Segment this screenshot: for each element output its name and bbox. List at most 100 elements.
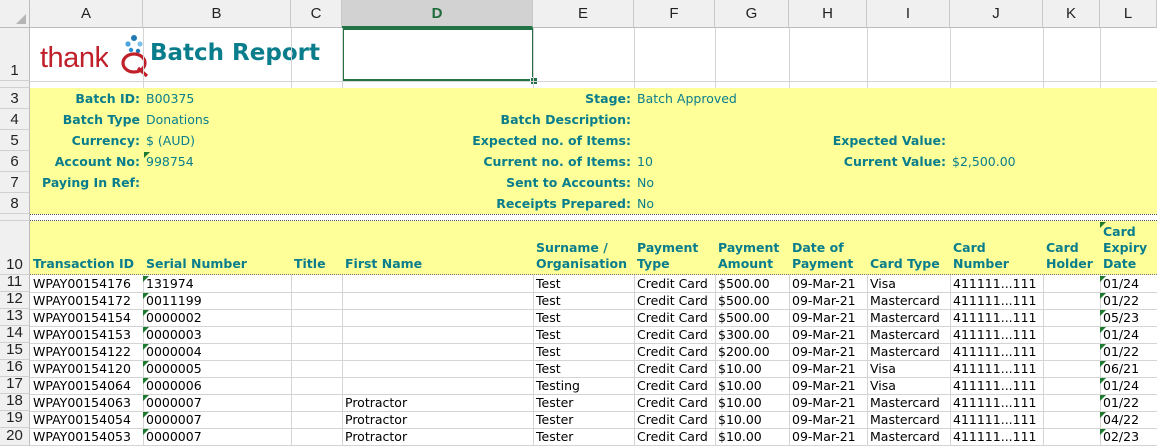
- cell-e13[interactable]: Test: [533, 309, 634, 326]
- current-items-value[interactable]: 10: [637, 151, 697, 172]
- cell-a17[interactable]: WPAY00154064: [30, 377, 143, 394]
- cell-k20[interactable]: [1043, 428, 1100, 446]
- cell-h15[interactable]: 09-Mar-21: [789, 343, 867, 360]
- row-header-16[interactable]: 16: [0, 360, 30, 377]
- row-header-17[interactable]: 17: [0, 377, 30, 394]
- cell-a12[interactable]: WPAY00154172: [30, 292, 143, 309]
- cell-l13[interactable]: 05/23: [1100, 309, 1157, 326]
- cell-f18[interactable]: Credit Card: [634, 394, 715, 411]
- cell-d12[interactable]: [342, 292, 533, 309]
- row-header-11[interactable]: 11: [0, 275, 30, 292]
- cell-j19[interactable]: 411111...111: [950, 411, 1043, 428]
- cell-g20[interactable]: $10.00: [715, 428, 789, 446]
- cell-e16[interactable]: Test: [533, 360, 634, 377]
- cell-c20[interactable]: [291, 428, 342, 446]
- cell-g12[interactable]: $500.00: [715, 292, 789, 309]
- row-header-10[interactable]: 10: [0, 221, 30, 275]
- cell-c11[interactable]: [291, 275, 342, 292]
- cell-e15[interactable]: Test: [533, 343, 634, 360]
- cell-h13[interactable]: 09-Mar-21: [789, 309, 867, 326]
- column-header-k[interactable]: K: [1043, 0, 1100, 28]
- cell-k19[interactable]: [1043, 411, 1100, 428]
- cell-h19[interactable]: 09-Mar-21: [789, 411, 867, 428]
- active-cell-d1[interactable]: [342, 28, 534, 81]
- cell-f14[interactable]: Credit Card: [634, 326, 715, 343]
- cell-j18[interactable]: 411111...111: [950, 394, 1043, 411]
- cell-b11[interactable]: 131974: [143, 275, 291, 292]
- cell-f20[interactable]: Credit Card: [634, 428, 715, 446]
- cell-k11[interactable]: [1043, 275, 1100, 292]
- cell-d18[interactable]: Protractor: [342, 394, 533, 411]
- cell-k18[interactable]: [1043, 394, 1100, 411]
- cell-i15[interactable]: Mastercard: [867, 343, 950, 360]
- cell-g13[interactable]: $500.00: [715, 309, 789, 326]
- cell-c14[interactable]: [291, 326, 342, 343]
- cell-e12[interactable]: Test: [533, 292, 634, 309]
- cell-h20[interactable]: 09-Mar-21: [789, 428, 867, 446]
- cell-l19[interactable]: 04/22: [1100, 411, 1157, 428]
- cell-l18[interactable]: 01/22: [1100, 394, 1157, 411]
- receipts-prepared-value[interactable]: No: [637, 193, 697, 214]
- cell-h18[interactable]: 09-Mar-21: [789, 394, 867, 411]
- cell-j16[interactable]: 411111...111: [950, 360, 1043, 377]
- cell-c17[interactable]: [291, 377, 342, 394]
- cell-d16[interactable]: [342, 360, 533, 377]
- select-all-corner[interactable]: [0, 0, 30, 28]
- cell-c16[interactable]: [291, 360, 342, 377]
- column-header-c[interactable]: C: [291, 0, 342, 28]
- cell-l15[interactable]: 01/22: [1100, 343, 1157, 360]
- cell-j17[interactable]: 411111...111: [950, 377, 1043, 394]
- row-header-18[interactable]: 18: [0, 394, 30, 411]
- cell-i14[interactable]: Mastercard: [867, 326, 950, 343]
- cell-j13[interactable]: 411111...111: [950, 309, 1043, 326]
- row-header-19[interactable]: 19: [0, 411, 30, 428]
- column-header-e[interactable]: E: [533, 0, 634, 28]
- cell-f19[interactable]: Credit Card: [634, 411, 715, 428]
- row-header-9[interactable]: 9: [0, 214, 30, 221]
- cell-a15[interactable]: WPAY00154122: [30, 343, 143, 360]
- row-header-7[interactable]: 7: [0, 172, 30, 193]
- column-header-g[interactable]: G: [715, 0, 789, 28]
- cell-d19[interactable]: Protractor: [342, 411, 533, 428]
- cell-f13[interactable]: Credit Card: [634, 309, 715, 326]
- cell-e19[interactable]: Tester: [533, 411, 634, 428]
- cell-i16[interactable]: Visa: [867, 360, 950, 377]
- currency-value[interactable]: $ (AUD): [146, 130, 286, 151]
- cell-f11[interactable]: Credit Card: [634, 275, 715, 292]
- row-header-5[interactable]: 5: [0, 130, 30, 151]
- cell-g14[interactable]: $300.00: [715, 326, 789, 343]
- column-header-i[interactable]: I: [867, 0, 950, 28]
- current-value-value[interactable]: $2,500.00: [952, 151, 1072, 172]
- cell-e18[interactable]: Tester: [533, 394, 634, 411]
- cell-d17[interactable]: [342, 377, 533, 394]
- row-header-20[interactable]: 20: [0, 428, 30, 446]
- cell-h14[interactable]: 09-Mar-21: [789, 326, 867, 343]
- column-header-b[interactable]: B: [143, 0, 291, 28]
- cell-i19[interactable]: Mastercard: [867, 411, 950, 428]
- cell-j12[interactable]: 411111...111: [950, 292, 1043, 309]
- cell-d11[interactable]: [342, 275, 533, 292]
- cell-j14[interactable]: 411111...111: [950, 326, 1043, 343]
- cell-i17[interactable]: Visa: [867, 377, 950, 394]
- cell-b18[interactable]: 0000007: [143, 394, 291, 411]
- cell-a20[interactable]: WPAY00154053: [30, 428, 143, 446]
- column-header-j[interactable]: J: [950, 0, 1043, 28]
- cell-g16[interactable]: $10.00: [715, 360, 789, 377]
- cell-l17[interactable]: 01/24: [1100, 377, 1157, 394]
- cell-a16[interactable]: WPAY00154120: [30, 360, 143, 377]
- cell-b12[interactable]: 0011199: [143, 292, 291, 309]
- cell-h12[interactable]: 09-Mar-21: [789, 292, 867, 309]
- cell-b15[interactable]: 0000004: [143, 343, 291, 360]
- cell-k16[interactable]: [1043, 360, 1100, 377]
- cell-k15[interactable]: [1043, 343, 1100, 360]
- cell-i20[interactable]: Mastercard: [867, 428, 950, 446]
- cell-f16[interactable]: Credit Card: [634, 360, 715, 377]
- row-header-4[interactable]: 4: [0, 109, 30, 130]
- cell-j11[interactable]: 411111...111: [950, 275, 1043, 292]
- spreadsheet-grid[interactable]: ABCDEFGHIJKL 123456789101112131415161718…: [0, 0, 1157, 446]
- column-header-d[interactable]: D: [342, 0, 533, 28]
- cell-f12[interactable]: Credit Card: [634, 292, 715, 309]
- cell-i13[interactable]: Mastercard: [867, 309, 950, 326]
- column-header-f[interactable]: F: [634, 0, 715, 28]
- column-header-h[interactable]: H: [789, 0, 867, 28]
